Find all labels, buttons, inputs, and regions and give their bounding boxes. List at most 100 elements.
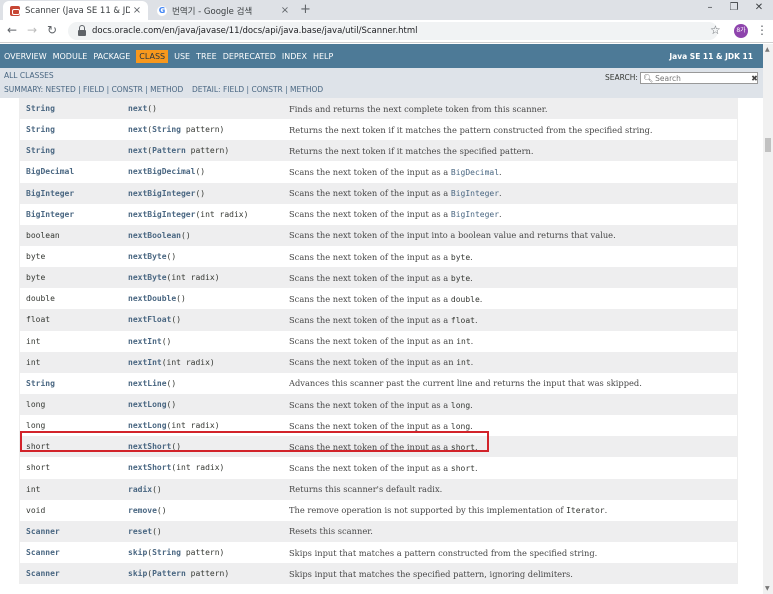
method-row: boolean nextBoolean() Scans the next token… [20,224,737,246]
method-signature: nextBigInteger() [128,188,206,198]
search-input[interactable] [655,73,751,83]
method-name-link[interactable]: nextLine [128,379,167,388]
return-type[interactable]: Scanner [26,569,60,578]
code-link[interactable]: BigDecimal [451,168,499,177]
reset-icon[interactable]: ✖ [751,74,758,83]
method-row: double nextDouble() Scans the next token o… [20,288,737,310]
code-link[interactable]: BigInteger [451,189,499,198]
method-name-link[interactable]: nextFloat [128,315,171,324]
method-name-link[interactable]: nextDouble [128,294,176,303]
method-description: The remove operation is not supported by… [289,505,608,516]
return-type: long [26,400,46,410]
browser-menu-icon[interactable]: ⋮ [756,23,768,37]
return-type[interactable]: String [26,104,55,113]
method-description: Scans the next token of the input as a l… [289,399,473,410]
method-signature: radix() [128,484,162,494]
nav-use[interactable]: USE [174,52,190,61]
method-name-link[interactable]: nextBoolean [128,231,181,240]
method-name-link[interactable]: nextShort [128,463,171,472]
return-type[interactable]: BigDecimal [26,167,74,176]
nav-index[interactable]: INDEX [282,52,307,61]
param-type-link[interactable]: Pattern [152,146,186,155]
return-type: int [26,357,41,367]
magnifier-icon: 🔍︎ [643,73,654,83]
method-summary-table: String next() Finds and returns the next c… [19,98,738,585]
return-type[interactable]: String [26,146,55,155]
method-name-link[interactable]: skip [128,548,147,557]
tab-close-icon[interactable]: × [278,5,292,16]
scroll-down-icon[interactable]: ▼ [765,585,770,592]
method-name-link[interactable]: next [128,125,147,134]
method-name-link[interactable]: nextBigInteger [128,189,195,198]
forward-arrow-icon[interactable]: → [24,23,40,37]
scroll-up-icon[interactable]: ▲ [765,46,770,53]
tab-close-icon[interactable]: × [130,5,144,16]
param-text: pattern [185,146,225,156]
nav-deprecated[interactable]: DEPRECATED [223,52,276,61]
method-description: Scans the next token of the input as a l… [289,420,473,431]
method-row: long nextLong() Scans the next token of th… [20,393,737,416]
scrollbar-thumb[interactable] [765,138,771,152]
tab-google-search[interactable]: G 번역기 - Google 검색 × [150,1,296,20]
method-name-link[interactable]: nextInt [128,337,162,346]
nav-tree[interactable]: TREE [196,52,217,61]
method-description: Scans the next token of the input as a b… [289,272,473,283]
return-type[interactable]: String [26,379,55,388]
method-name-link[interactable]: nextLong [128,421,167,430]
method-name-link[interactable]: nextLong [128,400,167,409]
return-type[interactable]: Scanner [26,548,60,557]
return-type[interactable]: Scanner [26,527,60,536]
all-classes-link[interactable]: ALL CLASSES [4,71,54,80]
param-type-link[interactable]: String [152,125,181,134]
code-link[interactable]: BigInteger [451,210,499,219]
summary-links[interactable]: SUMMARY: NESTED | FIELD | CONSTR | METHO… [4,85,183,94]
return-type: int [26,336,41,346]
tab-scanner-javadoc[interactable]: Scanner (Java SE 11 & JDK 11 ) × [3,1,148,20]
return-type[interactable]: String [26,125,55,134]
param-text: int radix [171,421,215,431]
search-box[interactable]: 🔍︎ ✖ [640,72,758,84]
param-type-link[interactable]: String [152,548,181,557]
return-type[interactable]: BigInteger [26,210,74,219]
vertical-scrollbar[interactable]: ▲ ▼ [763,44,773,594]
bookmark-star-icon[interactable]: ☆ [710,23,721,37]
profile-avatar[interactable]: 8가 [734,24,748,38]
reload-icon[interactable]: ↻ [44,23,60,37]
method-signature: remove() [128,505,167,515]
method-description: Returns this scanner's default radix. [289,484,443,495]
method-name-link[interactable]: next [128,146,147,155]
method-name-link[interactable]: nextByte [128,273,167,282]
method-name-link[interactable]: skip [128,569,147,578]
method-name-link[interactable]: next [128,104,147,113]
return-type[interactable]: BigInteger [26,189,74,198]
code-text: Iterator [566,506,605,516]
method-name-link[interactable]: nextShort [128,442,171,451]
back-arrow-icon[interactable]: ← [4,23,20,37]
method-row: Scanner skip(Pattern pattern) Skips input … [20,563,737,585]
method-name-link[interactable]: reset [128,527,152,536]
method-name-link[interactable]: nextBigInteger [128,210,195,219]
window-close-icon[interactable]: ✕ [749,2,769,13]
method-row: int radix() Returns this scanner's default… [20,478,737,500]
nav-module[interactable]: MODULE [53,52,88,61]
restore-icon[interactable]: ❐ [724,2,744,13]
method-name-link[interactable]: nextBigDecimal [128,167,195,176]
new-tab-button[interactable]: + [300,2,311,17]
method-name-link[interactable]: radix [128,485,152,494]
return-type: int [26,484,41,494]
code-text: int [456,337,471,347]
url-bar[interactable]: docs.oracle.com/en/java/javase/11/docs/a… [68,22,718,40]
nav-overview[interactable]: OVERVIEW [4,52,47,61]
method-row: byte nextByte(int radix) Scans the next to… [20,267,737,289]
method-name-link[interactable]: remove [128,506,157,515]
tab-title: 번역기 - Google 검색 [172,6,253,17]
detail-links[interactable]: DETAIL: FIELD | CONSTR | METHOD [192,85,323,94]
method-row: String next(Pattern pattern) Returns the n… [20,140,737,162]
nav-package[interactable]: PACKAGE [93,52,130,61]
param-type-link[interactable]: Pattern [152,569,186,578]
nav-help[interactable]: HELP [313,52,333,61]
method-name-link[interactable]: nextInt [128,358,162,367]
minimize-icon[interactable]: – [700,2,720,13]
search-label: SEARCH: [605,73,638,82]
method-name-link[interactable]: nextByte [128,252,167,261]
